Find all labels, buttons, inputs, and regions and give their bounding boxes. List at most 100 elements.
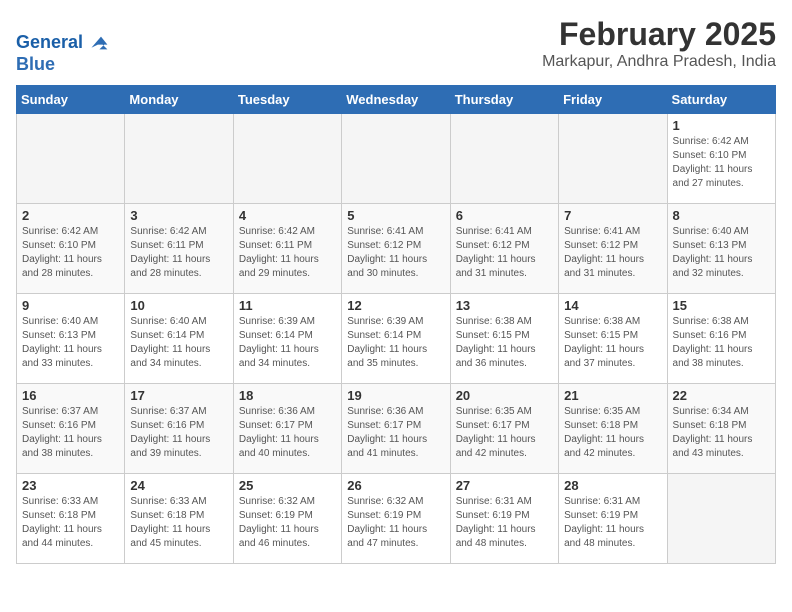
week-row-3: 16Sunrise: 6:37 AM Sunset: 6:16 PM Dayli… [17,384,776,474]
day-info: Sunrise: 6:34 AM Sunset: 6:18 PM Dayligh… [673,405,770,461]
calendar-cell [559,114,667,204]
logo: General Blue [16,31,109,75]
day-info: Sunrise: 6:32 AM Sunset: 6:19 PM Dayligh… [239,495,336,551]
day-number: 12 [347,298,444,313]
calendar-cell [450,114,558,204]
day-info: Sunrise: 6:38 AM Sunset: 6:15 PM Dayligh… [456,315,553,371]
day-number: 14 [564,298,661,313]
calendar-cell: 26 Sunrise: 6:32 AM Sunset: 6:19 PM Dayli… [342,474,450,564]
calendar-cell [667,474,775,564]
day-info: Sunrise: 6:41 AM Sunset: 6:12 PM Dayligh… [347,225,444,281]
calendar-cell: 13 Sunrise: 6:38 AM Sunset: 6:15 PM Dayli… [450,294,558,384]
day-number: 21 [564,388,661,403]
day-number: 27 [456,478,553,493]
day-number: 26 [347,478,444,493]
day-number: 17 [130,388,227,403]
day-info: Sunrise: 6:33 AM Sunset: 6:18 PM Dayligh… [130,495,227,551]
calendar-cell [342,114,450,204]
calendar-cell: 16Sunrise: 6:37 AM Sunset: 6:16 PM Dayli… [17,384,125,474]
calendar-cell: 17Sunrise: 6:37 AM Sunset: 6:16 PM Dayli… [125,384,233,474]
day-number: 20 [456,388,553,403]
week-row-4: 23 Sunrise: 6:33 AM Sunset: 6:18 PM Dayli… [17,474,776,564]
calendar-cell: 14 Sunrise: 6:38 AM Sunset: 6:15 PM Dayli… [559,294,667,384]
calendar-cell: 19Sunrise: 6:36 AM Sunset: 6:17 PM Dayli… [342,384,450,474]
week-row-1: 2 Sunrise: 6:42 AM Sunset: 6:10 PM Daylig… [17,204,776,294]
day-info: Sunrise: 6:41 AM Sunset: 6:12 PM Dayligh… [456,225,553,281]
calendar-cell: 9Sunrise: 6:40 AM Sunset: 6:13 PM Daylig… [17,294,125,384]
calendar-cell: 28 Sunrise: 6:31 AM Sunset: 6:19 PM Dayli… [559,474,667,564]
calendar-cell: 3Sunrise: 6:42 AM Sunset: 6:11 PM Daylig… [125,204,233,294]
calendar-subtitle: Markapur, Andhra Pradesh, India [542,53,776,71]
day-info: Sunrise: 6:35 AM Sunset: 6:18 PM Dayligh… [564,405,661,461]
day-info: Sunrise: 6:31 AM Sunset: 6:19 PM Dayligh… [564,495,661,551]
day-number: 25 [239,478,336,493]
day-number: 22 [673,388,770,403]
header-row: Sunday Monday Tuesday Wednesday Thursday… [17,86,776,114]
day-info: Sunrise: 6:36 AM Sunset: 6:17 PM Dayligh… [239,405,336,461]
header-saturday: Saturday [667,86,775,114]
day-info: Sunrise: 6:42 AM Sunset: 6:11 PM Dayligh… [239,225,336,281]
day-info: Sunrise: 6:38 AM Sunset: 6:15 PM Dayligh… [564,315,661,371]
day-number: 6 [456,208,553,223]
day-info: Sunrise: 6:33 AM Sunset: 6:18 PM Dayligh… [22,495,119,551]
day-info: Sunrise: 6:35 AM Sunset: 6:17 PM Dayligh… [456,405,553,461]
week-row-0: 1 Sunrise: 6:42 AM Sunset: 6:10 PM Daylig… [17,114,776,204]
calendar-cell [233,114,341,204]
day-number: 2 [22,208,119,223]
week-row-2: 9Sunrise: 6:40 AM Sunset: 6:13 PM Daylig… [17,294,776,384]
logo-line1: General [16,31,109,55]
calendar-cell: 2 Sunrise: 6:42 AM Sunset: 6:10 PM Daylig… [17,204,125,294]
day-number: 18 [239,388,336,403]
day-info: Sunrise: 6:32 AM Sunset: 6:19 PM Dayligh… [347,495,444,551]
calendar-cell: 12 Sunrise: 6:39 AM Sunset: 6:14 PM Dayli… [342,294,450,384]
day-number: 11 [239,298,336,313]
day-number: 3 [130,208,227,223]
calendar-cell: 4 Sunrise: 6:42 AM Sunset: 6:11 PM Daylig… [233,204,341,294]
header-friday: Friday [559,86,667,114]
day-info: Sunrise: 6:40 AM Sunset: 6:13 PM Dayligh… [22,315,119,371]
calendar-cell: 27 Sunrise: 6:31 AM Sunset: 6:19 PM Dayli… [450,474,558,564]
day-info: Sunrise: 6:41 AM Sunset: 6:12 PM Dayligh… [564,225,661,281]
header-sunday: Sunday [17,86,125,114]
calendar-cell: 11Sunrise: 6:39 AM Sunset: 6:14 PM Dayli… [233,294,341,384]
day-number: 1 [673,118,770,133]
calendar-cell: 8 Sunrise: 6:40 AM Sunset: 6:13 PM Daylig… [667,204,775,294]
day-number: 5 [347,208,444,223]
calendar-cell: 25 Sunrise: 6:32 AM Sunset: 6:19 PM Dayli… [233,474,341,564]
day-number: 8 [673,208,770,223]
day-number: 16 [22,388,119,403]
calendar-cell: 1 Sunrise: 6:42 AM Sunset: 6:10 PM Daylig… [667,114,775,204]
calendar-cell: 18 Sunrise: 6:36 AM Sunset: 6:17 PM Dayli… [233,384,341,474]
calendar-table: Sunday Monday Tuesday Wednesday Thursday… [16,85,776,564]
calendar-cell [17,114,125,204]
day-info: Sunrise: 6:39 AM Sunset: 6:14 PM Dayligh… [347,315,444,371]
day-number: 7 [564,208,661,223]
day-number: 23 [22,478,119,493]
day-info: Sunrise: 6:38 AM Sunset: 6:16 PM Dayligh… [673,315,770,371]
day-info: Sunrise: 6:40 AM Sunset: 6:13 PM Dayligh… [673,225,770,281]
day-number: 28 [564,478,661,493]
day-number: 10 [130,298,227,313]
calendar-cell: 10 Sunrise: 6:40 AM Sunset: 6:14 PM Dayli… [125,294,233,384]
day-info: Sunrise: 6:42 AM Sunset: 6:10 PM Dayligh… [673,135,770,191]
day-number: 4 [239,208,336,223]
title-section: February 2025 Markapur, Andhra Pradesh, … [542,16,776,71]
calendar-cell: 7 Sunrise: 6:41 AM Sunset: 6:12 PM Daylig… [559,204,667,294]
day-number: 15 [673,298,770,313]
day-number: 19 [347,388,444,403]
calendar-cell: 23 Sunrise: 6:33 AM Sunset: 6:18 PM Dayli… [17,474,125,564]
header-tuesday: Tuesday [233,86,341,114]
logo-icon [85,31,109,55]
day-info: Sunrise: 6:40 AM Sunset: 6:14 PM Dayligh… [130,315,227,371]
header-wednesday: Wednesday [342,86,450,114]
day-number: 24 [130,478,227,493]
header-thursday: Thursday [450,86,558,114]
calendar-cell: 21 Sunrise: 6:35 AM Sunset: 6:18 PM Dayli… [559,384,667,474]
day-info: Sunrise: 6:31 AM Sunset: 6:19 PM Dayligh… [456,495,553,551]
day-info: Sunrise: 6:42 AM Sunset: 6:10 PM Dayligh… [22,225,119,281]
calendar-cell: 24 Sunrise: 6:33 AM Sunset: 6:18 PM Dayli… [125,474,233,564]
calendar-cell: 6 Sunrise: 6:41 AM Sunset: 6:12 PM Daylig… [450,204,558,294]
calendar-cell: 20 Sunrise: 6:35 AM Sunset: 6:17 PM Dayli… [450,384,558,474]
day-number: 13 [456,298,553,313]
calendar-title: February 2025 [542,16,776,53]
